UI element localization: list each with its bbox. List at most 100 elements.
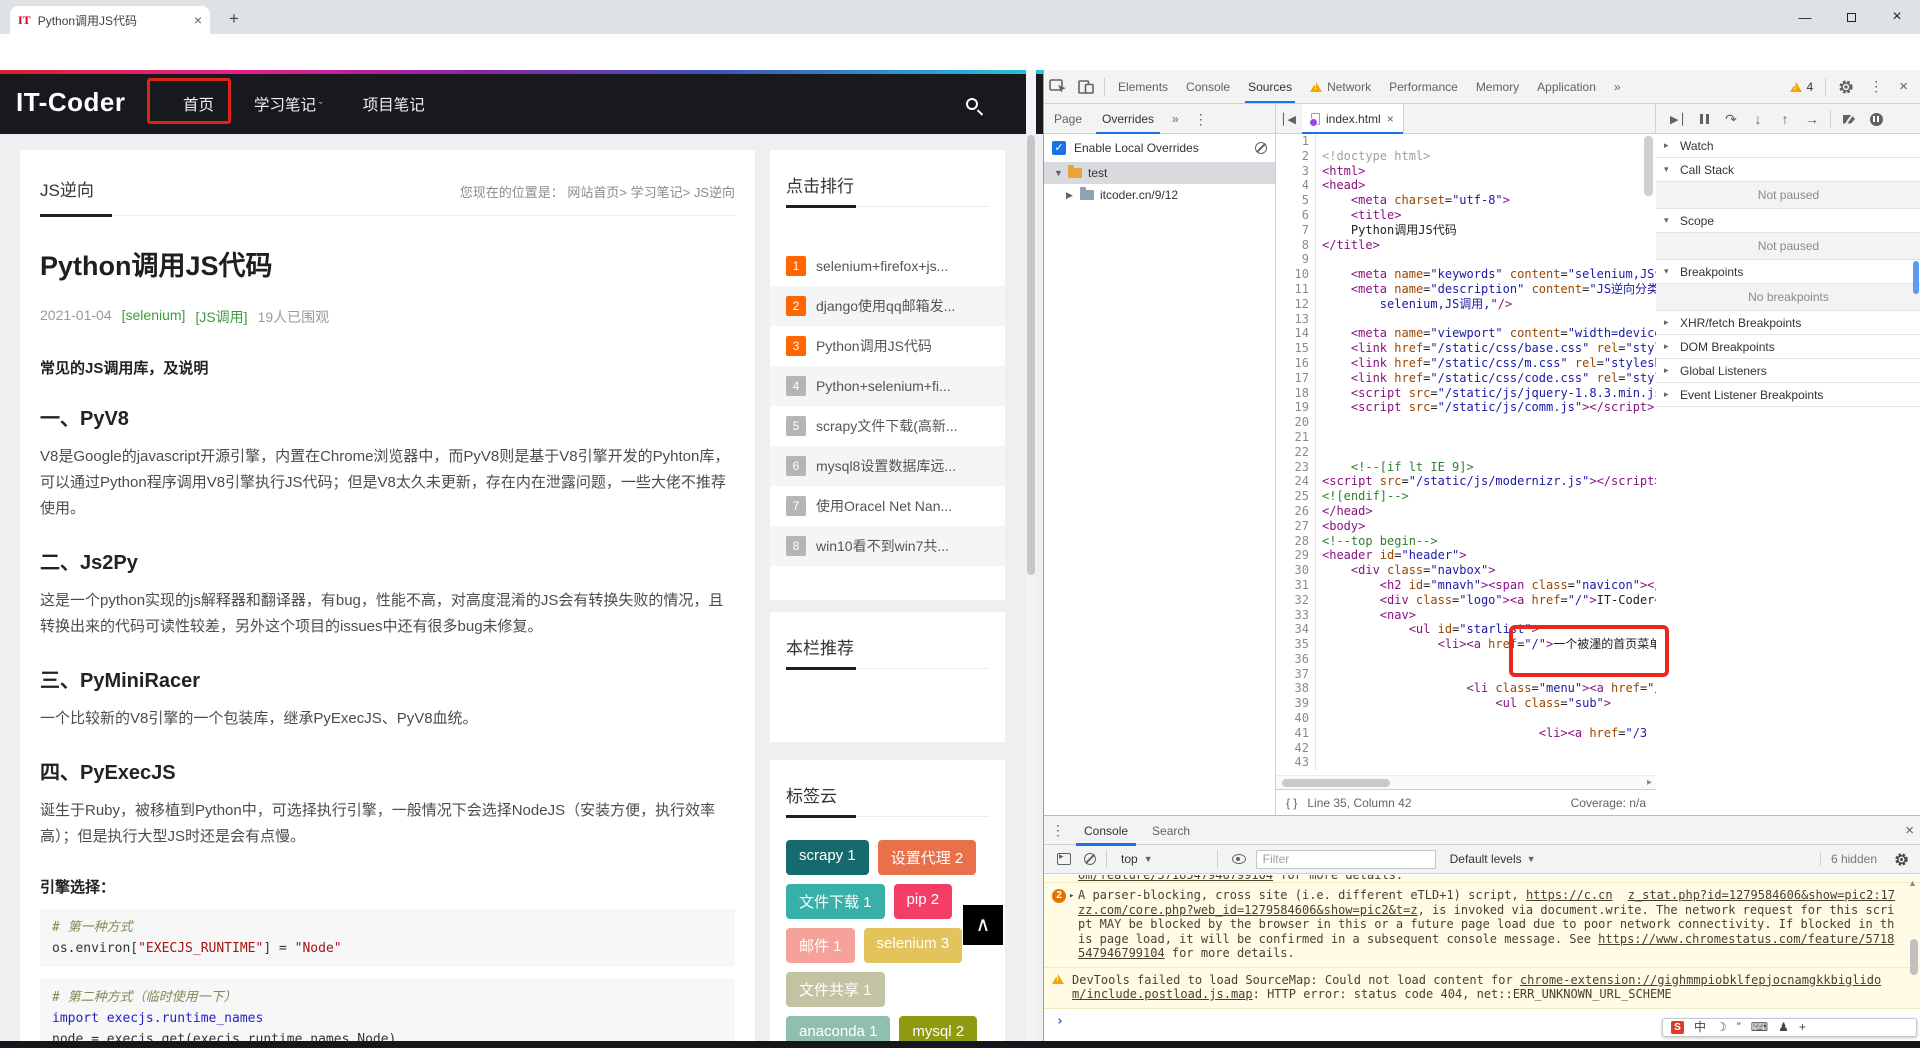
editor-hscrollbar-thumb[interactable] bbox=[1282, 779, 1390, 787]
section-expand-arrow[interactable]: ▸ bbox=[1664, 389, 1673, 400]
tree-item-test[interactable]: ▼test bbox=[1044, 162, 1275, 184]
debugger-section-xhr-fetch-breakpoints[interactable]: ▸XHR/fetch Breakpoints bbox=[1656, 311, 1920, 335]
debugger-section-breakpoints[interactable]: ▾Breakpoints bbox=[1656, 260, 1920, 284]
settings-gear-icon[interactable] bbox=[1832, 74, 1860, 100]
browser-tab[interactable]: IT Python调用JS代码 × bbox=[10, 6, 210, 34]
line-number[interactable]: 31 bbox=[1276, 578, 1316, 593]
tree-expand-arrow[interactable]: ▶ bbox=[1066, 190, 1074, 201]
tree-item-itcoder-cn-9-12[interactable]: ▶itcoder.cn/9/12 bbox=[1044, 184, 1275, 206]
search-icon[interactable] bbox=[966, 98, 978, 110]
step-out-button[interactable]: ↑ bbox=[1772, 107, 1798, 131]
window-maximize-button[interactable] bbox=[1828, 0, 1874, 34]
step-over-button[interactable]: ↷ bbox=[1718, 107, 1744, 131]
line-number[interactable]: 24 bbox=[1276, 474, 1316, 489]
console-message[interactable]: DevTools failed to load SourceMap: Could… bbox=[1044, 968, 1920, 1009]
devtools-tab-memory[interactable]: Memory bbox=[1467, 70, 1528, 103]
console-close-icon[interactable]: × bbox=[1898, 822, 1920, 839]
new-tab-button[interactable]: + bbox=[222, 8, 246, 32]
line-number[interactable]: 25 bbox=[1276, 489, 1316, 504]
pause-script-button[interactable] bbox=[1691, 107, 1717, 131]
line-number[interactable]: 16 bbox=[1276, 356, 1316, 371]
tag-chip[interactable]: 邮件 1 bbox=[786, 928, 855, 963]
page-scrollbar[interactable] bbox=[1026, 70, 1036, 1048]
line-number[interactable]: 42 bbox=[1276, 741, 1316, 756]
expand-sidebar-icon[interactable]: ▶⎥ bbox=[1664, 113, 1690, 126]
line-number[interactable]: 12 bbox=[1276, 297, 1316, 312]
tree-expand-arrow[interactable]: ▼ bbox=[1054, 168, 1062, 178]
section-expand-arrow[interactable]: ▸ bbox=[1664, 317, 1673, 328]
line-number[interactable]: 21 bbox=[1276, 430, 1316, 445]
overrides-checkbox-label[interactable]: Enable Local Overrides bbox=[1074, 141, 1247, 155]
line-number[interactable]: 11 bbox=[1276, 282, 1316, 297]
pretty-print-icon[interactable]: { } bbox=[1286, 796, 1297, 810]
section-expand-arrow[interactable]: ▸ bbox=[1664, 365, 1673, 376]
ranking-item[interactable]: 4Python+selenium+fi... bbox=[770, 366, 1005, 406]
device-toolbar-icon[interactable] bbox=[1072, 74, 1100, 100]
line-number[interactable]: 39 bbox=[1276, 696, 1316, 711]
ranking-item-label[interactable]: win10看不到win7共... bbox=[816, 536, 949, 556]
line-number[interactable]: 32 bbox=[1276, 593, 1316, 608]
devtools-close-icon[interactable]: × bbox=[1892, 78, 1915, 95]
line-number[interactable]: 22 bbox=[1276, 445, 1316, 460]
message-source-link[interactable]: z_stat.php?id=1279584606&show=pic2:17 bbox=[1628, 888, 1895, 903]
site-nav-item-项目笔记[interactable]: 项目笔记 bbox=[363, 93, 425, 115]
ime-icon[interactable]: ” bbox=[1737, 1019, 1741, 1036]
debugger-section-event-listener-breakpoints[interactable]: ▸Event Listener Breakpoints bbox=[1656, 383, 1920, 407]
collapse-navigator-icon[interactable]: ⎢◀ bbox=[1276, 113, 1302, 126]
ranking-item-label[interactable]: scrapy文件下载(高新... bbox=[816, 416, 958, 436]
line-number[interactable]: 26 bbox=[1276, 504, 1316, 519]
log-levels-selector[interactable]: Default levels bbox=[1450, 852, 1522, 866]
line-number[interactable]: 14 bbox=[1276, 326, 1316, 341]
line-number[interactable]: 13 bbox=[1276, 312, 1316, 327]
category-tab[interactable]: JS逆向 bbox=[40, 176, 94, 201]
hidden-messages-count[interactable]: 6 hidden bbox=[1820, 852, 1887, 866]
ime-icon[interactable]: ♟ bbox=[1778, 1019, 1789, 1036]
article-tag[interactable]: [JS调用] bbox=[195, 307, 247, 327]
editor-hscrollbar-arrow[interactable]: ▸ bbox=[1647, 777, 1652, 788]
line-number[interactable]: 27 bbox=[1276, 519, 1316, 534]
tag-chip[interactable]: 文件下载 1 bbox=[786, 884, 885, 919]
deactivate-breakpoints-button[interactable] bbox=[1836, 107, 1862, 131]
tag-chip[interactable]: 设置代理 2 bbox=[878, 840, 977, 875]
devtools-tab-console[interactable]: Console bbox=[1177, 70, 1239, 103]
console-menu-icon[interactable]: ⋮ bbox=[1044, 822, 1072, 839]
console-tab-search[interactable]: Search bbox=[1140, 816, 1202, 846]
live-expression-eye-icon[interactable] bbox=[1232, 854, 1246, 864]
section-expand-arrow[interactable]: ▸ bbox=[1664, 140, 1673, 151]
ime-toolbar[interactable]: S 中☽”⌨♟+ bbox=[1662, 1018, 1917, 1037]
clear-configuration-icon[interactable] bbox=[1255, 142, 1267, 154]
line-number[interactable]: 35 bbox=[1276, 637, 1316, 652]
devtools-tab-elements[interactable]: Elements bbox=[1109, 70, 1177, 103]
line-number[interactable]: 28 bbox=[1276, 534, 1316, 549]
window-close-button[interactable]: × bbox=[1874, 0, 1920, 34]
line-number[interactable]: 7 bbox=[1276, 223, 1316, 238]
section-expand-arrow[interactable]: ▸ bbox=[1664, 341, 1673, 352]
line-number[interactable]: 41 bbox=[1276, 726, 1316, 741]
inspect-element-icon[interactable] bbox=[1044, 74, 1072, 100]
ranking-item[interactable]: 7使用Oracel Net Nan... bbox=[770, 486, 1005, 526]
console-message[interactable]: 2▸z_stat.php?id=1279584606&show=pic2:17A… bbox=[1044, 883, 1920, 968]
back-to-top-button[interactable]: ∧ bbox=[963, 905, 1003, 945]
line-number[interactable]: 5 bbox=[1276, 193, 1316, 208]
editor-vscrollbar-thumb[interactable] bbox=[1644, 136, 1653, 196]
expand-arrow-icon[interactable]: ▸ bbox=[1069, 889, 1074, 904]
line-number[interactable]: 33 bbox=[1276, 608, 1316, 623]
ranking-item-label[interactable]: Python调用JS代码 bbox=[816, 336, 932, 356]
debugger-section-call-stack[interactable]: ▾Call Stack bbox=[1656, 158, 1920, 182]
devtools-tab-performance[interactable]: Performance bbox=[1380, 70, 1467, 103]
console-tab-console[interactable]: Console bbox=[1072, 816, 1140, 846]
debugger-section-watch[interactable]: ▸Watch bbox=[1656, 134, 1920, 158]
step-into-button[interactable]: ↓ bbox=[1745, 107, 1771, 131]
line-number[interactable]: 20 bbox=[1276, 415, 1316, 430]
line-number[interactable]: 15 bbox=[1276, 341, 1316, 356]
line-number[interactable]: 29 bbox=[1276, 548, 1316, 563]
ranking-item-label[interactable]: Python+selenium+fi... bbox=[816, 378, 951, 394]
devtools-tab-sources[interactable]: Sources bbox=[1239, 70, 1301, 103]
ranking-item[interactable]: 1selenium+firefox+js... bbox=[770, 246, 1005, 286]
source-editor[interactable]: 12<!doctype html>3<html>4<head>5 <meta c… bbox=[1276, 134, 1656, 775]
tag-chip[interactable]: 文件共享 1 bbox=[786, 972, 885, 1007]
file-tab-index-html[interactable]: index.html × bbox=[1302, 104, 1404, 134]
line-number[interactable]: 19 bbox=[1276, 400, 1316, 415]
line-number[interactable]: 10 bbox=[1276, 267, 1316, 282]
line-number[interactable]: 18 bbox=[1276, 386, 1316, 401]
